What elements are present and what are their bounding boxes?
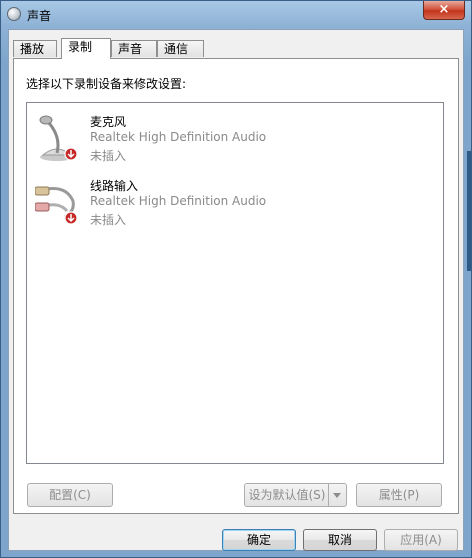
tab-recording[interactable]: 录制 — [61, 38, 111, 59]
device-item-microphone[interactable]: 麦克风 Realtek High Definition Audio 未插入 — [27, 109, 443, 169]
device-name: 线路输入 — [90, 179, 139, 193]
tab-playback[interactable]: 播放 — [13, 40, 57, 57]
device-driver: Realtek High Definition Audio — [90, 194, 267, 208]
properties-button[interactable]: 属性(P) — [356, 483, 442, 507]
chevron-down-icon[interactable] — [328, 484, 346, 506]
recording-tab-panel: 选择以下录制设备来修改设置: 麦克风 Realtek High Definiti… — [13, 58, 459, 514]
device-status: 未插入 — [90, 213, 127, 227]
cancel-button[interactable]: 取消 — [303, 529, 377, 551]
close-button[interactable]: × — [423, 1, 465, 20]
sound-dialog-window: 声音 × 播放 录制 声音 通信 选择以下录制设备来修改设置: 麦克风 Real… — [0, 0, 472, 558]
device-status: 未插入 — [90, 149, 127, 163]
microphone-icon — [39, 115, 78, 161]
set-default-label: 设为默认值(S) — [248, 488, 326, 502]
background-window-edge — [467, 151, 471, 271]
tab-sounds[interactable]: 声音 — [111, 40, 157, 57]
dialog-client-area: 播放 录制 声音 通信 选择以下录制设备来修改设置: 麦克风 Realtek H… — [8, 29, 464, 551]
window-title: 声音 — [27, 9, 52, 23]
recording-device-list[interactable]: 麦克风 Realtek High Definition Audio 未插入 线路… — [26, 102, 444, 464]
tab-communications[interactable]: 通信 — [157, 40, 204, 57]
device-item-line-in[interactable]: 线路输入 Realtek High Definition Audio 未插入 — [27, 173, 443, 233]
speaker-app-icon — [7, 7, 21, 21]
line-in-cable-icon — [35, 186, 78, 225]
title-bar[interactable]: 声音 × — [1, 1, 471, 29]
configure-button[interactable]: 配置(C) — [27, 483, 113, 507]
device-name: 麦克风 — [90, 115, 127, 129]
device-driver: Realtek High Definition Audio — [90, 130, 267, 144]
set-default-button[interactable]: 设为默认值(S) — [244, 483, 347, 507]
instruction-text: 选择以下录制设备来修改设置: — [26, 77, 187, 91]
apply-button[interactable]: 应用(A) — [384, 529, 458, 551]
ok-button[interactable]: 确定 — [222, 529, 296, 551]
